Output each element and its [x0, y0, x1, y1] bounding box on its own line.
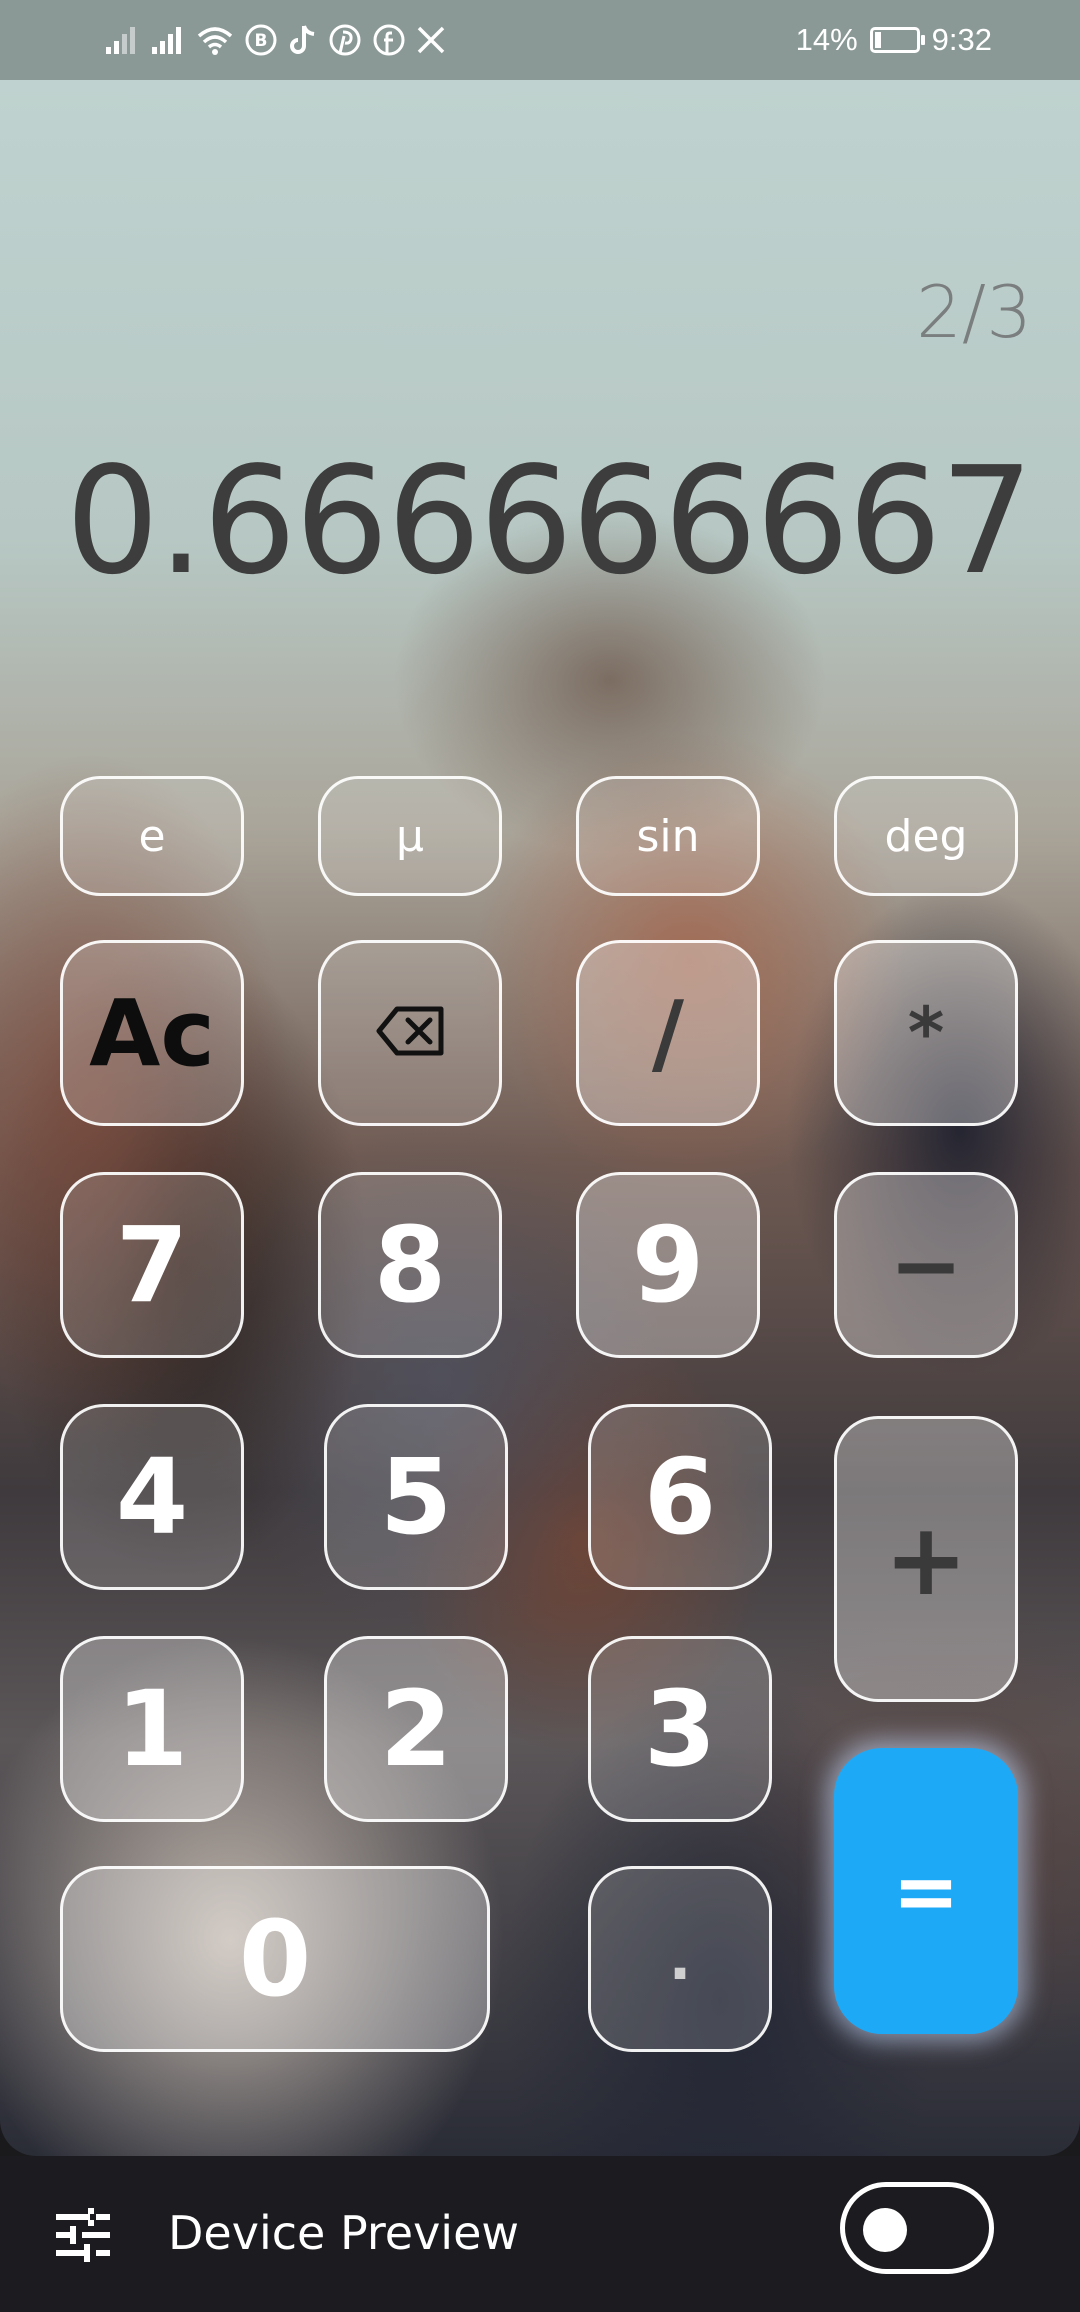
digit-1-button[interactable]: 1 [60, 1636, 244, 1822]
signal-icon [104, 25, 140, 55]
digit-6-button[interactable]: 6 [588, 1404, 772, 1590]
digit-5-button[interactable]: 5 [324, 1404, 508, 1590]
minus-button[interactable]: − [834, 1172, 1018, 1358]
clear-button[interactable]: Ac [60, 940, 244, 1126]
toggle-knob [863, 2208, 907, 2252]
tune-icon[interactable] [54, 2206, 112, 2269]
pinterest-icon [328, 23, 362, 57]
status-icons-right: 14% 9:32 [796, 20, 992, 60]
device-preview-label: Device Preview [168, 2206, 519, 2260]
device-preview-bar: Device Preview [0, 2156, 1080, 2312]
battery-level [874, 32, 881, 48]
digit-3-button[interactable]: 3 [588, 1636, 772, 1822]
deg-key[interactable]: deg [834, 776, 1018, 896]
backspace-icon [375, 1005, 445, 1061]
tiktok-icon [288, 23, 318, 57]
expression-display: 2/3 [916, 270, 1032, 354]
divide-button[interactable]: / [576, 940, 760, 1126]
status-bar: B 14% 9:32 [0, 0, 1080, 80]
status-icons-left: B [104, 20, 446, 60]
device-preview-toggle[interactable] [840, 2182, 994, 2274]
digit-7-button[interactable]: 7 [60, 1172, 244, 1358]
svg-text:B: B [255, 31, 268, 51]
backspace-button[interactable] [318, 940, 502, 1126]
equals-button[interactable]: = [834, 1748, 1018, 2034]
digit-2-button[interactable]: 2 [324, 1636, 508, 1822]
mu-key[interactable]: µ [318, 776, 502, 896]
e-key[interactable]: e [60, 776, 244, 896]
signal-icon [150, 25, 186, 55]
plus-button[interactable]: + [834, 1416, 1018, 1702]
battery-charging-icon [869, 27, 925, 53]
battery-percent: 14% [795, 22, 858, 57]
clock: 9:32 [931, 22, 992, 57]
facebook-icon [372, 23, 406, 57]
multiply-button[interactable]: * [834, 940, 1018, 1126]
x-icon [416, 25, 446, 55]
calculator-app: 2/3 0.666666667 e µ sin deg Ac / * 7 8 9… [0, 80, 1080, 2156]
digit-9-button[interactable]: 9 [576, 1172, 760, 1358]
result-display: 0.666666667 [65, 435, 1034, 607]
digit-0-button[interactable]: 0 [60, 1866, 490, 2052]
decimal-point-button[interactable]: . [588, 1866, 772, 2052]
wifi-icon [196, 25, 234, 55]
digit-8-button[interactable]: 8 [318, 1172, 502, 1358]
digit-4-button[interactable]: 4 [60, 1404, 244, 1590]
sin-key[interactable]: sin [576, 776, 760, 896]
b-badge-icon: B [244, 23, 278, 57]
